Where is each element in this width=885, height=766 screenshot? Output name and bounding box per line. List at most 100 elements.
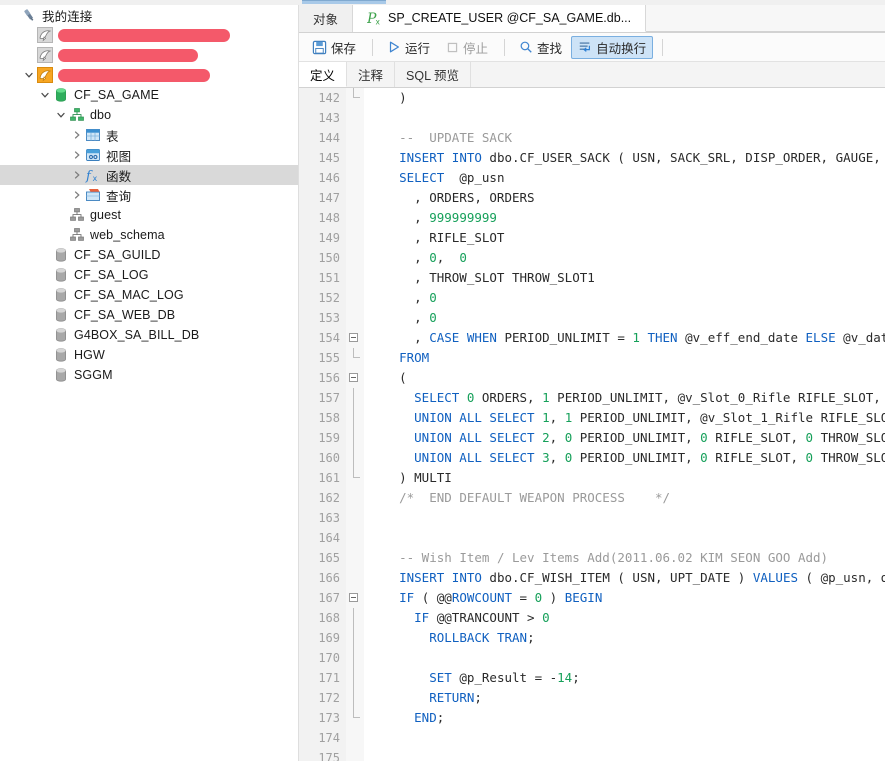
- svg-text:x: x: [93, 174, 98, 183]
- dolphin-grey-icon: [36, 27, 54, 43]
- chevron-down-icon[interactable]: [38, 88, 52, 102]
- fold-marker: [347, 128, 363, 148]
- line-number: 161: [299, 468, 340, 488]
- tab-objects[interactable]: 对象: [299, 5, 353, 32]
- chevron-down-icon[interactable]: [54, 108, 68, 122]
- connection-tree-sidebar[interactable]: 我的连接CF_SA_GAMEdbo表视图fx函数查询guestweb_schem…: [0, 5, 299, 761]
- tree-item-label: G4BOX_SA_BILL_DB: [74, 328, 199, 342]
- code-line[interactable]: 164: [299, 528, 885, 548]
- tree-item-db-cf-sa-game[interactable]: CF_SA_GAME: [0, 85, 298, 105]
- chevron-right-icon[interactable]: [70, 128, 84, 142]
- line-number: 164: [299, 528, 340, 548]
- code-line[interactable]: 170: [299, 648, 885, 668]
- tree-item-db-hgw[interactable]: HGW: [0, 345, 298, 365]
- tree-item-conn-2[interactable]: [0, 45, 298, 65]
- code-line[interactable]: 165 -- Wish Item / Lev Items Add(2011.06…: [299, 548, 885, 568]
- code-line[interactable]: 169 ROLLBACK TRAN;: [299, 628, 885, 648]
- code-line[interactable]: 154 , CASE WHEN PERIOD_UNLIMIT = 1 THEN …: [299, 328, 885, 348]
- subtab-definition[interactable]: 定义: [299, 62, 347, 87]
- code-text: -- UPDATE SACK: [369, 128, 512, 148]
- code-text: SET @p_Result = -14;: [369, 668, 580, 688]
- tree-item-connection-root[interactable]: 我的连接: [0, 5, 298, 25]
- fold-marker[interactable]: [347, 368, 363, 388]
- line-number: 160: [299, 448, 340, 468]
- code-line[interactable]: 163: [299, 508, 885, 528]
- run-button[interactable]: 运行: [380, 36, 437, 59]
- fold-marker: [347, 208, 363, 228]
- tree-item-conn-3[interactable]: [0, 65, 298, 85]
- line-number: 162: [299, 488, 340, 508]
- code-line[interactable]: 174: [299, 728, 885, 748]
- code-text: , 999999999: [369, 208, 497, 228]
- code-text: INSERT INTO dbo.CF_USER_SACK ( USN, SACK…: [369, 148, 885, 168]
- code-line[interactable]: 173 END;: [299, 708, 885, 728]
- line-number: 154: [299, 328, 340, 348]
- subtab-sql-preview[interactable]: SQL 预览: [395, 62, 471, 87]
- tree-item-db-cf-sa-guild[interactable]: CF_SA_GUILD: [0, 245, 298, 265]
- stop-button[interactable]: 停止: [439, 36, 495, 59]
- tree-item-db-cf-sa-mac-log[interactable]: CF_SA_MAC_LOG: [0, 285, 298, 305]
- tab-procedure[interactable]: PxSP_CREATE_USER @CF_SA_GAME.db...: [353, 5, 646, 32]
- code-line[interactable]: 145 INSERT INTO dbo.CF_USER_SACK ( USN, …: [299, 148, 885, 168]
- chevron-right-icon[interactable]: [70, 168, 84, 182]
- tree-item-db-cf-sa-web-db[interactable]: CF_SA_WEB_DB: [0, 305, 298, 325]
- partial-hidden-tab[interactable]: [302, 0, 386, 4]
- code-line[interactable]: 147 , ORDERS, ORDERS: [299, 188, 885, 208]
- code-line[interactable]: 144 -- UPDATE SACK: [299, 128, 885, 148]
- tree-item-schema-guest[interactable]: guest: [0, 205, 298, 225]
- word-wrap-toggle[interactable]: 自动换行: [571, 36, 653, 59]
- code-line[interactable]: 158 UNION ALL SELECT 1, 1 PERIOD_UNLIMIT…: [299, 408, 885, 428]
- code-line[interactable]: 157 SELECT 0 ORDERS, 1 PERIOD_UNLIMIT, @…: [299, 388, 885, 408]
- code-line[interactable]: 152 , 0: [299, 288, 885, 308]
- fold-marker[interactable]: [347, 588, 363, 608]
- fold-marker: [347, 728, 363, 748]
- find-button[interactable]: 查找: [512, 36, 569, 59]
- save-button[interactable]: 保存: [305, 36, 363, 59]
- tree-item-label: guest: [90, 208, 121, 222]
- chevron-right-icon[interactable]: [70, 148, 84, 162]
- code-line[interactable]: 142 ): [299, 88, 885, 108]
- code-line[interactable]: 172 RETURN;: [299, 688, 885, 708]
- fold-marker[interactable]: [347, 328, 363, 348]
- sql-code-editor[interactable]: 142 )143144 -- UPDATE SACK145 INSERT INT…: [299, 88, 885, 761]
- tree-item-db-cf-sa-log[interactable]: CF_SA_LOG: [0, 265, 298, 285]
- tree-item-folder-tables[interactable]: 表: [0, 125, 298, 145]
- code-line[interactable]: 156 (: [299, 368, 885, 388]
- line-number: 149: [299, 228, 340, 248]
- code-line[interactable]: 160 UNION ALL SELECT 3, 0 PERIOD_UNLIMIT…: [299, 448, 885, 468]
- tree-item-conn-1[interactable]: [0, 25, 298, 45]
- tree-item-folder-functions[interactable]: fx函数: [0, 165, 298, 185]
- code-line[interactable]: 171 SET @p_Result = -14;: [299, 668, 885, 688]
- code-line[interactable]: 175: [299, 748, 885, 761]
- tree-item-folder-queries[interactable]: 查询: [0, 185, 298, 205]
- code-line[interactable]: 148 , 999999999: [299, 208, 885, 228]
- code-line[interactable]: 161 ) MULTI: [299, 468, 885, 488]
- chevron-right-icon[interactable]: [70, 188, 84, 202]
- line-number: 173: [299, 708, 340, 728]
- code-line[interactable]: 167 IF ( @@ROWCOUNT = 0 ) BEGIN: [299, 588, 885, 608]
- fold-marker: [347, 648, 363, 668]
- code-line[interactable]: 162 /* END DEFAULT WEAPON PROCESS */: [299, 488, 885, 508]
- code-line[interactable]: 149 , RIFLE_SLOT: [299, 228, 885, 248]
- fold-marker: [347, 428, 363, 448]
- code-line[interactable]: 168 IF @@TRANCOUNT > 0: [299, 608, 885, 628]
- chevron-down-icon[interactable]: [22, 68, 36, 82]
- tree-item-label: 函数: [106, 166, 131, 185]
- tree-item-schema-web[interactable]: web_schema: [0, 225, 298, 245]
- line-number: 157: [299, 388, 340, 408]
- tree-item-folder-views[interactable]: 视图: [0, 145, 298, 165]
- code-line[interactable]: 155 FROM: [299, 348, 885, 368]
- code-line[interactable]: 151 , THROW_SLOT THROW_SLOT1: [299, 268, 885, 288]
- line-number: 146: [299, 168, 340, 188]
- code-line[interactable]: 143: [299, 108, 885, 128]
- subtab-comment[interactable]: 注释: [347, 62, 395, 87]
- tree-item-db-g4box[interactable]: G4BOX_SA_BILL_DB: [0, 325, 298, 345]
- code-line[interactable]: 153 , 0: [299, 308, 885, 328]
- code-line[interactable]: 166 INSERT INTO dbo.CF_WISH_ITEM ( USN, …: [299, 568, 885, 588]
- tree-item-db-sggm[interactable]: SGGM: [0, 365, 298, 385]
- code-line[interactable]: 150 , 0, 0: [299, 248, 885, 268]
- tree-item-schema-dbo[interactable]: dbo: [0, 105, 298, 125]
- code-line[interactable]: 159 UNION ALL SELECT 2, 0 PERIOD_UNLIMIT…: [299, 428, 885, 448]
- code-line[interactable]: 146 SELECT @p_usn: [299, 168, 885, 188]
- database-grey-icon: [52, 247, 70, 263]
